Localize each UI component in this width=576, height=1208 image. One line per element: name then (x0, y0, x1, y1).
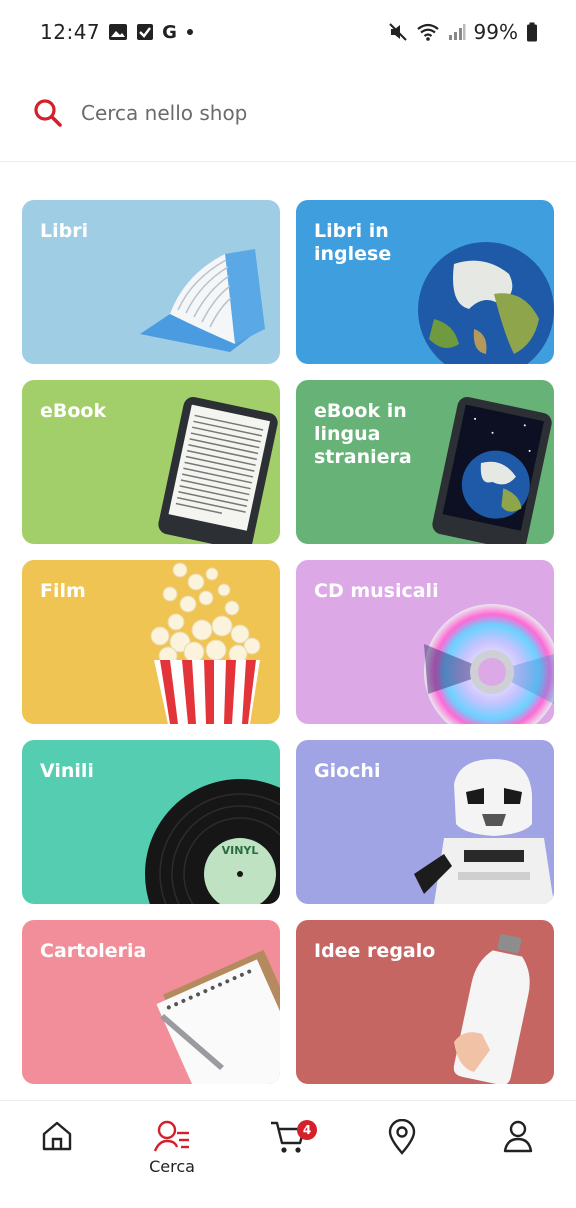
notebook-icon (156, 949, 280, 1084)
category-label: Vinili (40, 760, 94, 782)
book-icon (140, 249, 265, 352)
cart-badge: 4 (297, 1120, 317, 1140)
home-icon (42, 1121, 72, 1151)
location-pin-icon (388, 1119, 416, 1155)
category-card-ebook-straniera[interactable]: eBook in lingua straniera (296, 380, 554, 544)
search-bar[interactable] (0, 64, 576, 162)
nav-home[interactable] (22, 1119, 92, 1189)
status-bar: 12:47 G 99% (0, 0, 576, 64)
category-label: eBook (40, 400, 107, 422)
battery-icon (527, 22, 537, 42)
category-label: Film (40, 580, 86, 602)
category-label: Libri (40, 220, 89, 242)
category-label: Idee regalo (314, 940, 436, 962)
category-card-libri-inglese[interactable]: Libri in inglese (296, 200, 554, 364)
cd-icon (424, 604, 554, 724)
category-label: Cartoleria (40, 940, 147, 962)
bottom-nav: Cerca (0, 1100, 576, 1208)
category-label: Libri in inglese (314, 220, 392, 265)
search-person-icon (153, 1120, 189, 1152)
wifi-icon (416, 23, 439, 41)
image-icon (109, 24, 128, 40)
category-card-vinili[interactable]: Vinili VINYL (22, 740, 280, 904)
category-card-idee-regalo[interactable]: Idee regalo (296, 920, 554, 1084)
category-label: CD musicali (314, 580, 439, 602)
google-icon: G (162, 21, 177, 43)
category-card-giochi[interactable]: Giochi (296, 740, 554, 904)
category-card-cd-musicali[interactable]: CD musicali (296, 560, 554, 724)
battery-percent: 99% (473, 20, 518, 44)
category-label: Giochi (314, 760, 381, 782)
category-label: eBook in lingua straniera (314, 400, 412, 468)
user-icon (503, 1120, 533, 1153)
mute-icon (388, 23, 407, 41)
vinyl-label-text: VINYL (222, 844, 259, 857)
search-input[interactable] (81, 100, 501, 125)
category-card-ebook[interactable]: eBook (22, 380, 280, 544)
nav-stores[interactable] (367, 1119, 437, 1189)
nav-account[interactable] (483, 1119, 553, 1189)
check-square-icon (137, 24, 154, 40)
signal-icon (448, 24, 466, 40)
dot-icon (186, 29, 193, 35)
nav-search[interactable]: Cerca (137, 1119, 207, 1189)
clock: 12:47 (40, 20, 101, 44)
category-card-libri[interactable]: Libri (22, 200, 280, 364)
category-grid: Libri Libri in inglese eBook eBook in li… (22, 200, 554, 1084)
category-card-film[interactable]: Film (22, 560, 280, 724)
nav-label-cerca: Cerca (149, 1157, 195, 1176)
vinyl-icon: VINYL (145, 779, 280, 904)
category-card-cartoleria[interactable]: Cartoleria (22, 920, 280, 1084)
search-icon[interactable] (33, 98, 63, 128)
